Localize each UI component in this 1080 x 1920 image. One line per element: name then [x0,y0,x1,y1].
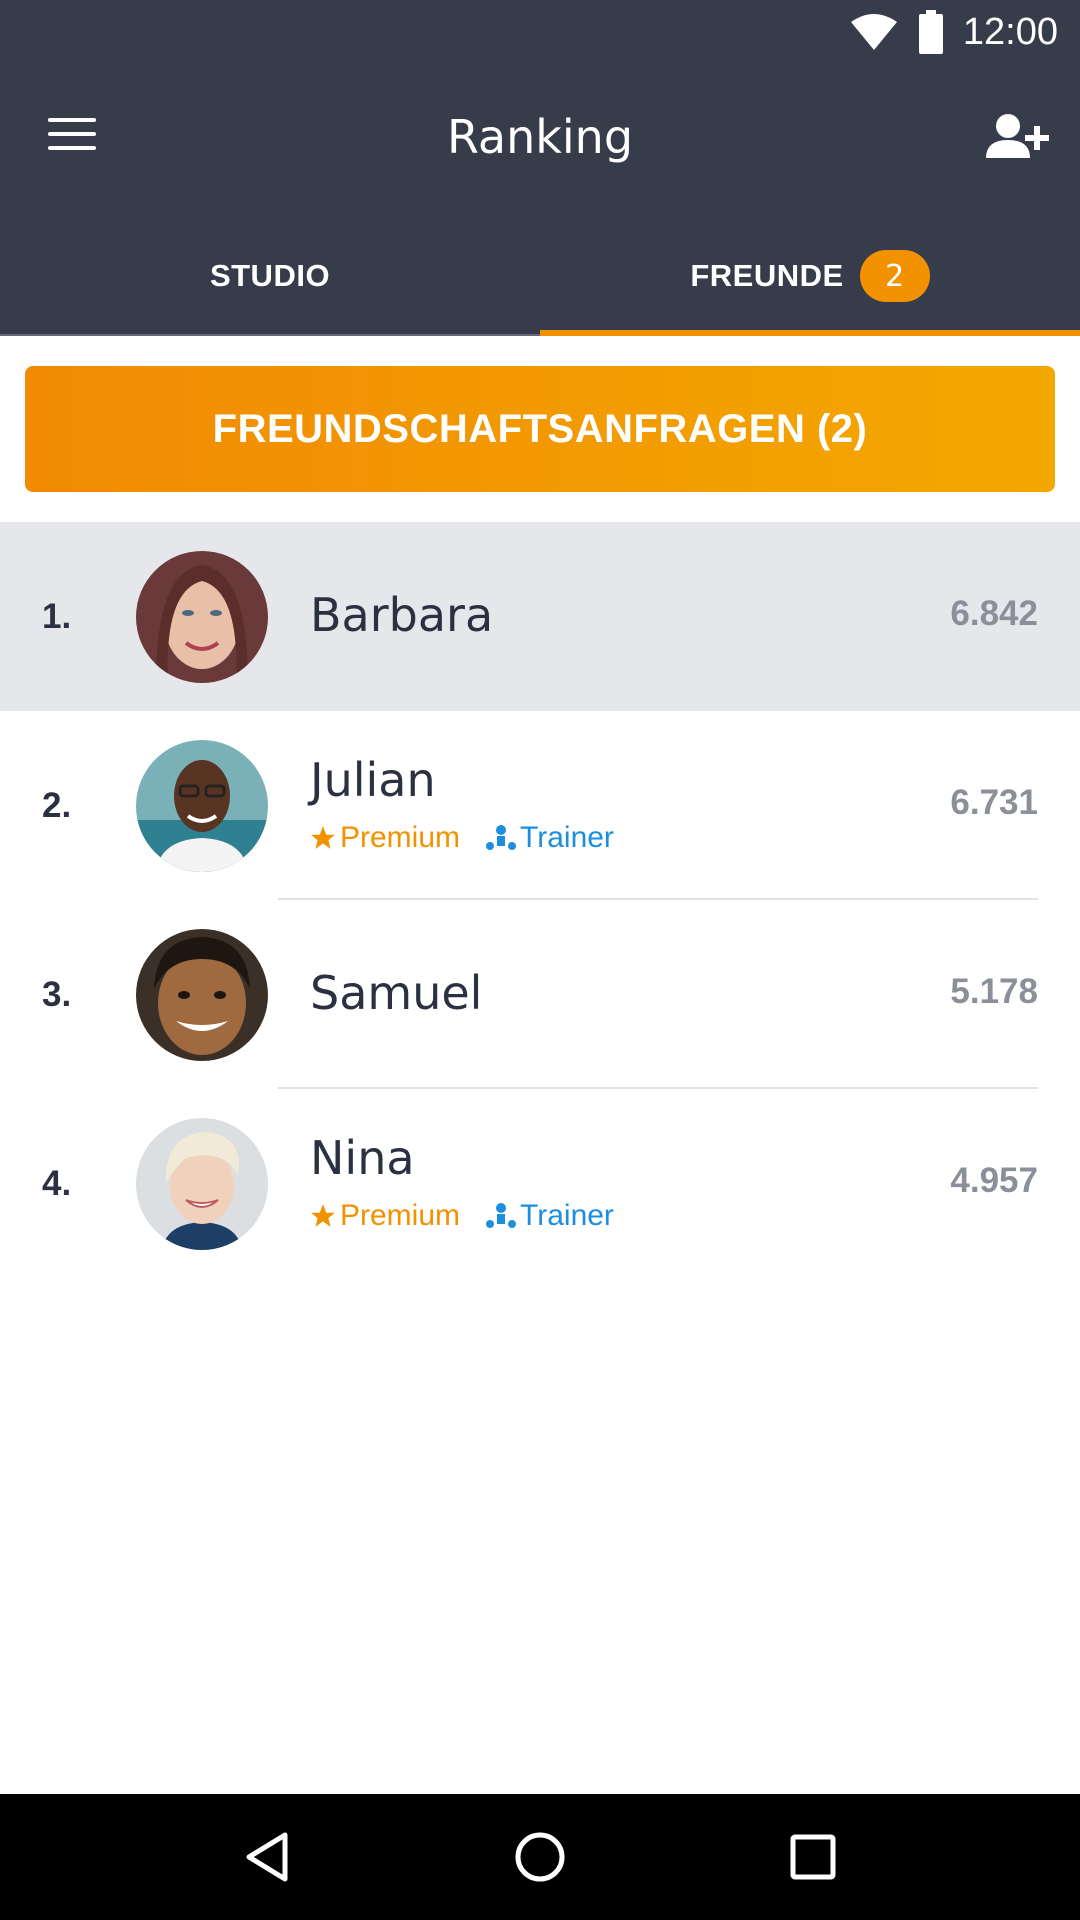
user-name: Julian [310,753,436,807]
trainer-label: Trainer [520,1199,614,1232]
avatar [136,740,268,872]
navigation-bar [0,1794,1080,1920]
battery-icon [918,10,943,54]
back-icon[interactable] [227,1817,307,1897]
list-item[interactable]: 1. Barbara 6.842 [0,522,1080,711]
star-icon [311,1204,335,1227]
status-time: 12:00 [962,10,1058,53]
user-score: 6.842 [950,594,1038,633]
rank-number: 3. [42,974,72,1014]
home-icon[interactable] [500,1817,580,1897]
wifi-icon [850,14,897,50]
ranking-list: 1. Barbara 6.842 2. Julian Premium Train… [0,522,1080,1278]
rank-number: 1. [42,596,72,636]
friend-requests-button[interactable]: FREUNDSCHAFTSANFRAGEN (2) [25,366,1055,492]
status-bar: 12:00 [0,0,1080,64]
premium-badge: Premium [310,1199,460,1233]
premium-label: Premium [340,1199,461,1232]
tab-divider [0,334,540,336]
page-title: Ranking [446,110,634,164]
app-bar: Ranking [0,64,1080,216]
rank-number: 2. [42,785,72,825]
list-item[interactable]: 3. Samuel 5.178 [0,900,1080,1089]
user-score: 6.731 [950,783,1038,822]
recents-icon[interactable] [773,1817,853,1897]
user-badges: Premium Trainer [310,1199,614,1233]
user-name: Nina [310,1131,415,1185]
tab-freunde-label: FREUNDE [690,258,844,293]
trainer-badge: Trainer [486,1199,614,1233]
user-name: Barbara [310,588,494,642]
trainer-label: Trainer [520,821,614,854]
tab-studio-label: STUDIO [209,258,331,293]
tab-freunde-badge: 2 [859,250,930,302]
friend-requests-label: FREUNDSCHAFTSANFRAGEN (2) [212,406,868,451]
user-score: 4.957 [950,1161,1038,1200]
tab-bar: STUDIO FREUNDE 2 [0,216,1080,336]
tab-selected-indicator [540,330,1080,336]
rank-number: 4. [42,1163,72,1203]
premium-badge: Premium [310,821,460,855]
user-score: 5.178 [950,972,1038,1011]
avatar [136,929,268,1061]
list-item[interactable]: 4. Nina Premium Trainer 4.957 [0,1089,1080,1278]
status-icons: 12:00 [849,8,1058,56]
star-icon [311,826,335,849]
user-badges: Premium Trainer [310,821,614,855]
tab-studio[interactable]: STUDIO [0,216,540,336]
trainer-icon [486,825,517,850]
trainer-badge: Trainer [486,821,614,855]
avatar [136,551,268,683]
list-item[interactable]: 2. Julian Premium Trainer 6.731 [0,711,1080,900]
avatar [136,1118,268,1250]
premium-label: Premium [340,821,461,854]
trainer-icon [486,1203,517,1228]
user-name: Samuel [310,966,483,1020]
add-friend-icon[interactable] [984,112,1052,160]
tab-freunde[interactable]: FREUNDE 2 [540,216,1080,336]
